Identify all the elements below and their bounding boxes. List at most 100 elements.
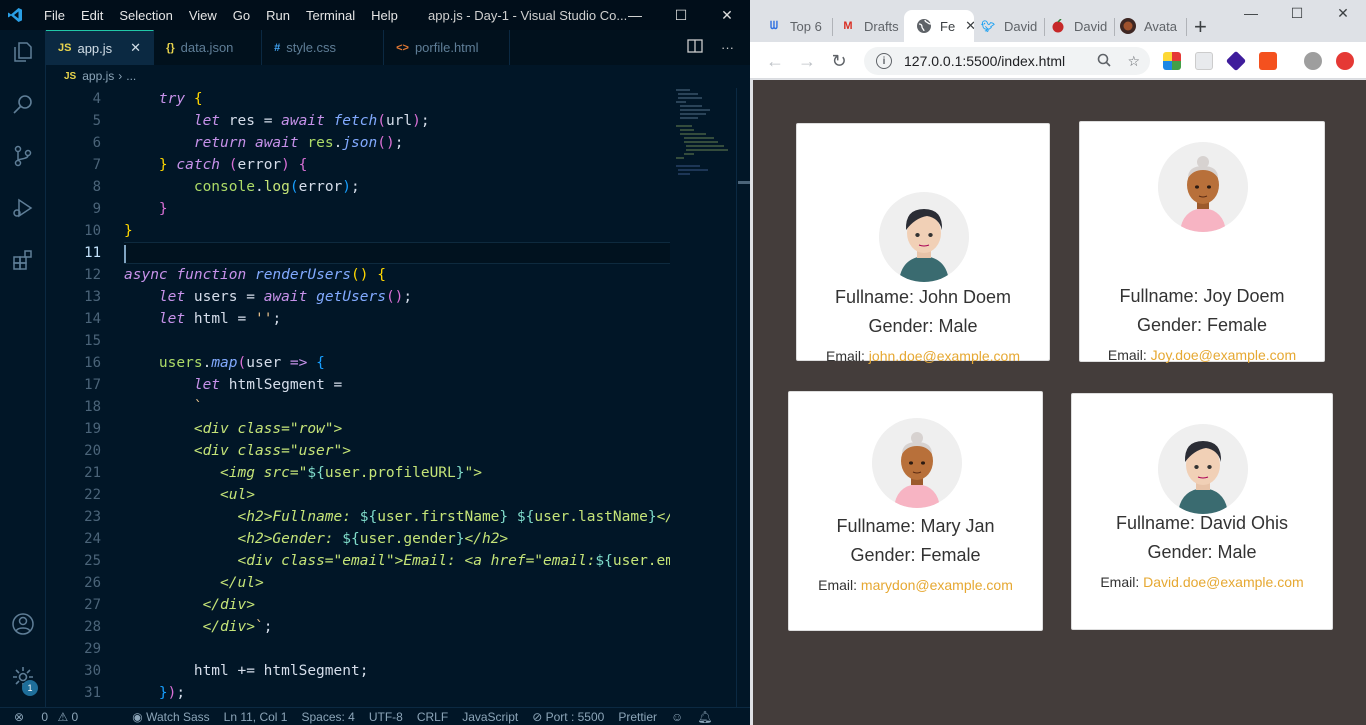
prettier-status[interactable]: Prettier bbox=[618, 710, 657, 724]
menu-run[interactable]: Run bbox=[258, 8, 298, 23]
watch-sass-status[interactable]: ◉ Watch Sass bbox=[132, 710, 209, 724]
user-email: Email: Joy.doe@example.com bbox=[1080, 347, 1324, 363]
run-debug-icon[interactable] bbox=[9, 194, 37, 222]
close-tab-icon[interactable]: ✕ bbox=[965, 18, 974, 34]
breadcrumb-symbol[interactable]: ... bbox=[126, 69, 136, 83]
code-line: <div class="row"> bbox=[193, 421, 343, 437]
scrollbar-thumb[interactable] bbox=[738, 181, 750, 184]
user-avatar bbox=[871, 418, 962, 508]
live-server-port[interactable]: ⊘ Port : 5500 bbox=[532, 710, 604, 724]
browser-tab[interactable]: Avata bbox=[1120, 10, 1184, 42]
problems-indicator[interactable]: ⊗ 0 ⚠ 0 bbox=[14, 710, 78, 724]
minimize-icon[interactable]: — bbox=[612, 0, 658, 30]
browser-tab[interactable]: ᗯ Top 6 bbox=[766, 10, 826, 42]
code-line: <div class="email">Email: <a href="email… bbox=[237, 553, 671, 569]
explorer-icon[interactable] bbox=[9, 38, 37, 66]
tab-app-js[interactable]: JS app.js ✕ bbox=[46, 30, 155, 65]
apps-grid-icon[interactable] bbox=[1163, 52, 1181, 70]
account-icon[interactable] bbox=[9, 610, 37, 638]
close-icon[interactable]: ✕ bbox=[1320, 0, 1366, 26]
editor-scrollbar[interactable] bbox=[736, 88, 750, 707]
extensions-icon[interactable] bbox=[9, 246, 37, 274]
line-number: 12 bbox=[84, 267, 101, 283]
new-tab-icon[interactable]: + bbox=[1194, 14, 1207, 40]
tab-data-json[interactable]: {} data.json bbox=[154, 30, 263, 65]
reload-icon[interactable]: ↻ bbox=[828, 50, 850, 72]
menu-selection[interactable]: Selection bbox=[111, 8, 180, 23]
email-link[interactable]: David.doe@example.com bbox=[1143, 574, 1304, 590]
split-editor-icon[interactable] bbox=[687, 39, 703, 56]
url-text[interactable]: 127.0.0.1:5500/index.html bbox=[904, 53, 1065, 69]
breadcrumb-file[interactable]: app.js bbox=[82, 69, 114, 83]
line-number: 4 bbox=[92, 91, 101, 107]
browser-tab[interactable]: 🐦︎ David bbox=[980, 10, 1040, 42]
address-bar[interactable]: i 127.0.0.1:5500/index.html ☆ bbox=[864, 47, 1150, 75]
menu-help[interactable]: Help bbox=[363, 8, 406, 23]
menu-edit[interactable]: Edit bbox=[73, 8, 111, 23]
js-file-icon: JS bbox=[58, 42, 72, 54]
tab-style-css[interactable]: # style.css bbox=[262, 30, 385, 65]
email-link[interactable]: marydon@example.com bbox=[861, 577, 1013, 593]
back-arrow-icon[interactable]: ← bbox=[764, 50, 786, 72]
feedback-icon[interactable]: ☺ bbox=[671, 710, 683, 724]
cursor-position[interactable]: Ln 11, Col 1 bbox=[224, 710, 288, 724]
search-icon[interactable] bbox=[9, 90, 37, 118]
update-icon[interactable] bbox=[1336, 52, 1354, 70]
twitter-icon: 🐦︎ bbox=[981, 20, 995, 33]
extension-diamond-icon[interactable] bbox=[1225, 50, 1247, 72]
extension-translate-icon[interactable] bbox=[1259, 52, 1277, 70]
eye-icon: ◉ bbox=[132, 709, 143, 724]
close-icon[interactable]: ✕ bbox=[704, 0, 750, 30]
profile-avatar-icon[interactable] bbox=[1304, 52, 1322, 70]
extension-icon[interactable] bbox=[1195, 52, 1213, 70]
browser-tabstrip: ᗯ Top 6 M Drafts Fe ✕ 🐦︎ David David Ava… bbox=[750, 0, 1366, 42]
line-ending[interactable]: CRLF bbox=[417, 710, 448, 724]
minimize-icon[interactable]: — bbox=[1228, 0, 1274, 26]
browser-tab[interactable]: David bbox=[1050, 10, 1110, 42]
indentation[interactable]: Spaces: 4 bbox=[301, 710, 354, 724]
js-file-icon: JS bbox=[64, 70, 77, 82]
menu-file[interactable]: File bbox=[36, 8, 73, 23]
minimap[interactable] bbox=[674, 88, 736, 188]
line-number: 17 bbox=[84, 377, 101, 393]
bell-icon[interactable]: 🔔︎ bbox=[697, 710, 712, 724]
forward-arrow-icon[interactable]: → bbox=[796, 50, 818, 72]
menu-view[interactable]: View bbox=[181, 8, 225, 23]
encoding[interactable]: UTF-8 bbox=[369, 710, 403, 724]
menu-go[interactable]: Go bbox=[225, 8, 258, 23]
code-line: return await res.json(); bbox=[193, 135, 404, 151]
maximize-icon[interactable]: ☐ bbox=[658, 0, 704, 30]
user-fullname: Fullname: Joy Doem bbox=[1119, 286, 1285, 306]
bookmark-star-icon[interactable]: ☆ bbox=[1127, 53, 1140, 70]
user-gender: Gender: Male bbox=[868, 316, 978, 336]
zoom-icon[interactable] bbox=[1097, 53, 1112, 70]
email-link[interactable]: john.doe@example.com bbox=[869, 348, 1020, 364]
browser-tab[interactable]: M Drafts bbox=[840, 10, 900, 42]
json-file-icon: {} bbox=[166, 41, 175, 54]
language-mode[interactable]: JavaScript bbox=[462, 710, 518, 724]
user-email: Email: David.doe@example.com bbox=[1072, 574, 1332, 590]
user-avatar bbox=[1158, 142, 1248, 232]
menu-terminal[interactable]: Terminal bbox=[298, 8, 363, 23]
user-card: Fullname: Mary Jan Gender: Female Email: m… bbox=[788, 391, 1043, 631]
tab-porfile-html[interactable]: <> porfile.html bbox=[384, 30, 511, 65]
code-editor[interactable]: 4 5 6 7 8 9 10 11 12 13 14 15 16 17 18 19 20 21 22 23 24 25 26… bbox=[46, 88, 750, 707]
code-line: } bbox=[124, 223, 133, 239]
email-link[interactable]: Joy.doe@example.com bbox=[1151, 347, 1296, 363]
code-content[interactable]: try { let res = await fetch(url); return… bbox=[124, 88, 670, 704]
user-avatar bbox=[879, 192, 969, 282]
source-control-icon[interactable] bbox=[9, 142, 37, 170]
tab-label: app.js bbox=[77, 40, 113, 56]
code-line: let html = ''; bbox=[158, 311, 282, 327]
info-icon[interactable]: i bbox=[876, 53, 892, 69]
gmail-icon: M bbox=[843, 20, 853, 32]
line-number: 19 bbox=[84, 421, 101, 437]
close-tab-icon[interactable]: ✕ bbox=[130, 40, 141, 56]
browser-tab-active[interactable]: Fe ✕ bbox=[904, 10, 974, 42]
more-actions-icon[interactable]: ··· bbox=[721, 40, 734, 55]
line-number: 26 bbox=[84, 575, 101, 591]
maximize-icon[interactable]: ☐ bbox=[1274, 0, 1320, 26]
chrome-window: ᗯ Top 6 M Drafts Fe ✕ 🐦︎ David David Ava… bbox=[750, 0, 1366, 725]
user-fullname: Fullname: Mary Jan bbox=[836, 516, 995, 536]
line-number: 23 bbox=[84, 509, 101, 525]
